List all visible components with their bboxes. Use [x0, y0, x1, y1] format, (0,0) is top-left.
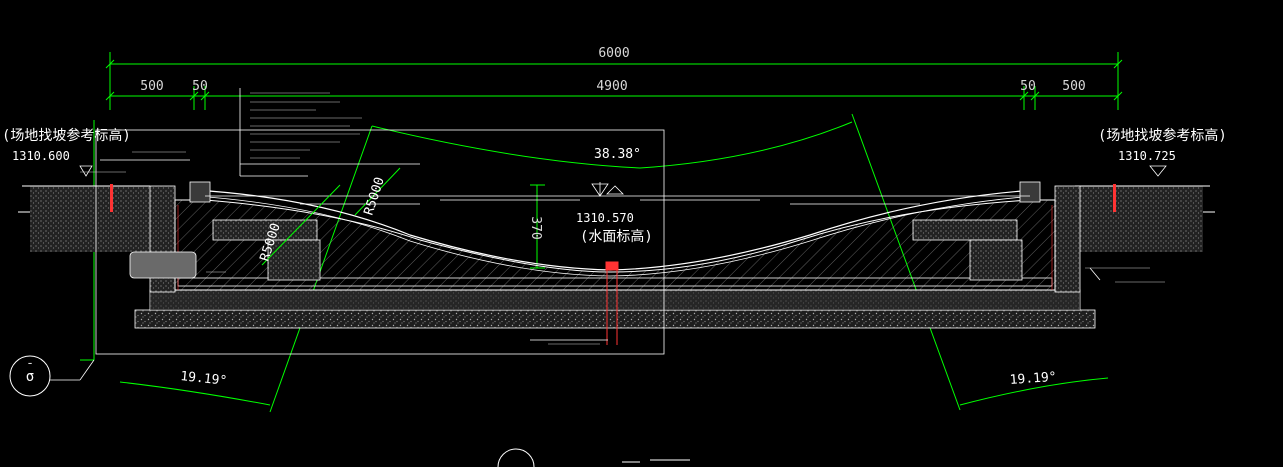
level-left-label: (场地找坡参考标高) [2, 127, 131, 144]
level-left-marker [79, 165, 93, 177]
angle-top: 38.38° [594, 147, 641, 162]
section-symbol: - σ [9, 355, 95, 397]
title-fragment [497, 448, 690, 467]
section-symbol-letter: σ [26, 369, 34, 385]
dim-center: 4900 [596, 79, 627, 94]
dim-left-inner: 50 [192, 79, 208, 94]
level-right-label: (场地找坡参考标高) [1098, 127, 1227, 144]
level-left-value: 1310.600 [12, 149, 70, 163]
dim-depth: 370 [528, 216, 543, 239]
level-right-marker [1149, 165, 1167, 177]
level-right-value: 1310.725 [1118, 149, 1176, 163]
level-water-label: (水面标高) [580, 228, 653, 245]
dim-left-outer: 500 [140, 79, 163, 94]
angle-bottom-left: 19.19° [180, 369, 228, 389]
cad-section-drawing: 6000 500 50 4900 50 500 370 (场地找坡参考标高) 1… [2, 46, 1227, 467]
ground-left [18, 184, 150, 252]
dim-right-inner: 50 [1020, 79, 1036, 94]
ground-right [1075, 184, 1215, 252]
dim-overall: 6000 [598, 46, 629, 61]
dim-right-outer: 500 [1062, 79, 1085, 94]
level-water-value: 1310.570 [576, 211, 634, 225]
